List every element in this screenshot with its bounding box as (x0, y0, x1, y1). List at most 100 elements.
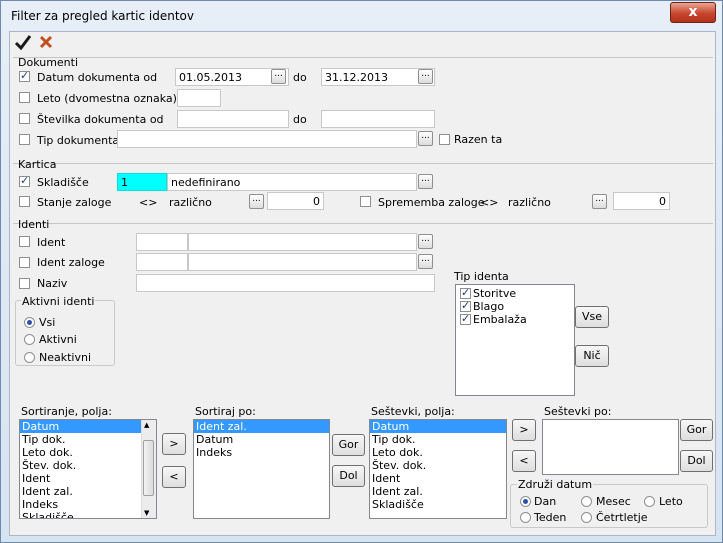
tip-identa-list[interactable]: Storitve Blago Embalaža (455, 284, 575, 396)
zdruzi-radio-cetrtletje[interactable] (581, 512, 592, 523)
close-button[interactable]: x (670, 2, 716, 23)
sestevki-remove-button[interactable]: < (512, 450, 536, 472)
sortiranje-polja-item[interactable]: Skladišče (20, 511, 156, 518)
stanje-zaloge-label: Stanje zaloge (37, 196, 112, 209)
sortiraj-po-label: Sortiraj po: (195, 405, 256, 418)
dialog-window: Filter za pregled kartic identov x Dokum… (0, 0, 723, 543)
sortiraj-po-list[interactable]: Ident zal. Datum Indeks (193, 419, 330, 519)
dokumenti-divider (13, 57, 713, 58)
aktivni-radio-vsi-label: Vsi (39, 316, 56, 329)
nic-button[interactable]: Nič (575, 345, 609, 367)
datum-do-picker-button[interactable]: ... (418, 69, 433, 84)
skladisce-code-field[interactable]: 1 (117, 173, 167, 191)
stanje-zaloge-checkbox[interactable] (19, 196, 30, 207)
dokumenti-group-label: Dokumenti (18, 56, 79, 69)
ident-picker-button[interactable]: ... (418, 234, 433, 249)
sortiranje-polja-scrollbar[interactable]: ▲ ▼ (141, 420, 156, 518)
sortiranje-polja-item[interactable]: Datum (20, 420, 156, 433)
ident-code-field[interactable] (136, 233, 188, 251)
sortiraj-po-item[interactable]: Indeks (194, 446, 329, 459)
identi-group-label: Identi (18, 218, 50, 231)
tip-dokumenta-checkbox[interactable] (19, 134, 30, 145)
sort-gor-button[interactable]: Gor (332, 434, 365, 456)
sortiranje-polja-list[interactable]: Datum Tip dok. Leto dok. Štev. dok. Ident Ide… (19, 419, 157, 519)
datum-label: Datum dokumenta od (37, 71, 158, 84)
tip-dokumenta-picker-button[interactable]: ... (418, 131, 433, 146)
sortiranje-polja-item[interactable]: Ident zal. (20, 485, 156, 498)
sestevki-gor-button[interactable]: Gor (680, 419, 713, 441)
sestevki-polja-item[interactable]: Štev. dok. (370, 459, 506, 472)
tip-identa-blago-checkbox[interactable] (460, 299, 471, 312)
sprememba-zaloge-checkbox[interactable] (360, 196, 371, 207)
sortiranje-polja-item[interactable]: Ident (20, 472, 156, 485)
sortiranje-polja-item[interactable]: Štev. dok. (20, 459, 156, 472)
razen-ta-checkbox[interactable] (439, 134, 450, 145)
zdruzi-radio-leto[interactable] (644, 496, 655, 507)
title-bar[interactable]: Filter za pregled kartic identov x (1, 1, 722, 31)
check-icon[interactable] (14, 33, 32, 51)
zdruzi-datum-label: Združi datum (517, 478, 594, 491)
sprememba-operator-text: različno (508, 196, 551, 209)
skladisce-picker-button[interactable]: ... (418, 174, 433, 189)
naziv-field[interactable] (136, 274, 435, 292)
sestevki-add-button[interactable]: > (512, 419, 536, 441)
sestevki-dol-button[interactable]: Dol (680, 450, 713, 472)
stanje-value-field[interactable]: 0 (267, 192, 324, 210)
scroll-down-arrow-icon[interactable]: ▼ (144, 509, 149, 517)
aktivni-radio-neaktivni[interactable] (24, 352, 35, 363)
stevilka-checkbox[interactable] (19, 113, 30, 124)
stevilka-do-field[interactable] (321, 110, 435, 128)
tip-identa-storitve-label: Storitve (473, 287, 517, 300)
zdruzi-radio-cetrtletje-label: Četrtletje (596, 511, 648, 524)
sestevki-po-list[interactable] (542, 419, 679, 475)
aktivni-radio-vsi[interactable] (24, 317, 35, 328)
sortiranje-polja-item[interactable]: Leto dok. (20, 446, 156, 459)
sort-add-button[interactable]: > (162, 433, 186, 455)
zdruzi-radio-teden[interactable] (520, 512, 531, 523)
sort-remove-button[interactable]: < (162, 466, 186, 488)
sprememba-operator-picker-button[interactable]: ... (592, 194, 607, 209)
aktivni-radio-aktivni[interactable] (24, 334, 35, 345)
sestevki-polja-item[interactable]: Ident zal. (370, 485, 506, 498)
sestevki-polja-item[interactable]: Ident (370, 472, 506, 485)
sestevki-polja-item[interactable]: Skladišče (370, 498, 506, 511)
zdruzi-radio-mesec[interactable] (581, 496, 592, 507)
tip-identa-storitve-checkbox[interactable] (460, 286, 471, 299)
tip-identa-embalaza-checkbox[interactable] (460, 312, 471, 325)
ident-name-field (188, 233, 417, 251)
ident-checkbox[interactable] (19, 236, 30, 247)
sestevki-polja-item[interactable]: Tip dok. (370, 433, 506, 446)
sortiranje-polja-scroll-thumb[interactable] (143, 440, 154, 496)
ident-zaloge-picker-button[interactable]: ... (418, 254, 433, 269)
sortiranje-polja-item[interactable]: Indeks (20, 498, 156, 511)
skladisce-checkbox[interactable] (19, 174, 30, 187)
stanje-operator-text: različno (169, 196, 212, 209)
tip-identa-embalaza-label: Embalaža (473, 313, 527, 326)
tip-dokumenta-field[interactable] (117, 130, 417, 148)
ident-zaloge-code-field[interactable] (136, 253, 188, 271)
sortiranje-polja-item[interactable]: Tip dok. (20, 433, 156, 446)
kartica-divider (13, 163, 713, 164)
ident-zaloge-checkbox[interactable] (19, 257, 30, 268)
zdruzi-radio-leto-label: Leto (659, 495, 683, 508)
leto-field[interactable] (177, 89, 221, 107)
sestevki-polja-list[interactable]: Datum Tip dok. Leto dok. Štev. dok. Ident Ide… (369, 419, 507, 519)
sprememba-operator: <> (480, 196, 499, 209)
zdruzi-radio-dan-label: Dan (534, 495, 557, 508)
sestevki-polja-item[interactable]: Leto dok. (370, 446, 506, 459)
datum-od-picker-button[interactable]: ... (271, 69, 286, 84)
cross-icon[interactable] (38, 34, 54, 50)
datum-checkbox[interactable] (19, 69, 30, 82)
stanje-operator-picker-button[interactable]: ... (249, 194, 264, 209)
scroll-up-arrow-icon[interactable]: ▲ (144, 421, 149, 429)
sort-dol-button[interactable]: Dol (332, 465, 365, 487)
leto-checkbox[interactable] (19, 92, 30, 103)
sprememba-value-field[interactable]: 0 (613, 192, 670, 210)
stevilka-od-field[interactable] (177, 110, 289, 128)
sestevki-polja-item[interactable]: Datum (370, 420, 506, 433)
sortiraj-po-item[interactable]: Ident zal. (194, 420, 329, 433)
zdruzi-radio-dan[interactable] (520, 496, 531, 507)
naziv-checkbox[interactable] (19, 278, 30, 289)
vse-button[interactable]: Vse (575, 306, 609, 328)
sortiraj-po-item[interactable]: Datum (194, 433, 329, 446)
